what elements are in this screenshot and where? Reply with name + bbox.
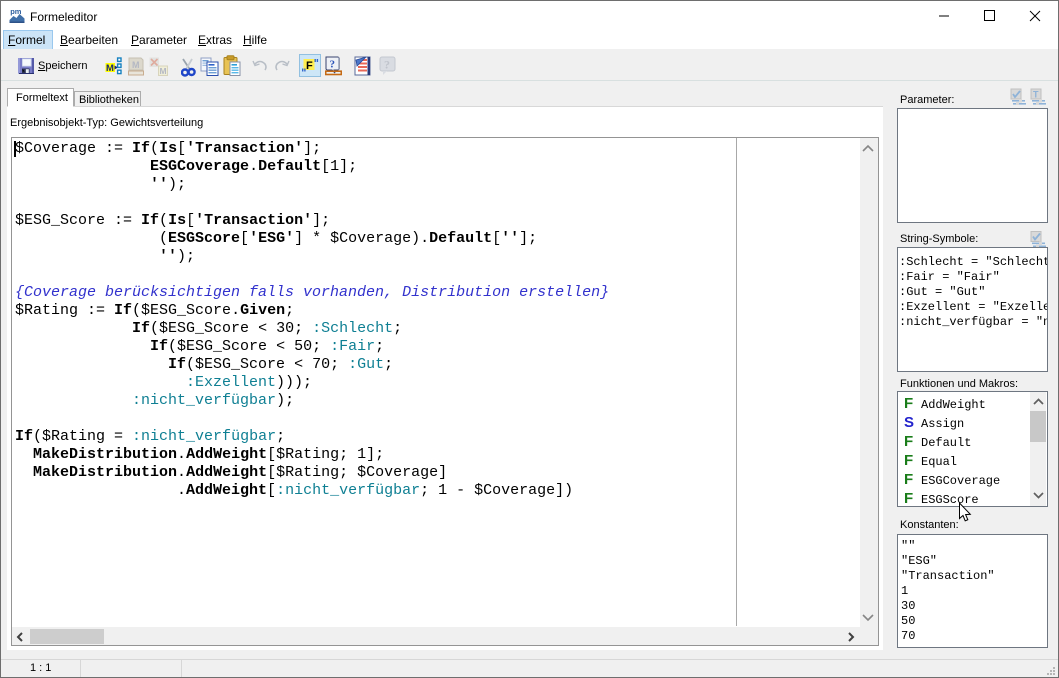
svg-text:pm: pm [10,7,22,16]
svg-text:F: F [306,60,313,72]
svg-text:M: M [160,66,167,76]
svg-text:?: ? [384,58,390,72]
svg-text:?: ? [330,59,336,71]
svg-text:T: T [1033,90,1039,100]
svg-text:M: M [132,60,140,70]
svg-text:M: M [106,63,114,74]
